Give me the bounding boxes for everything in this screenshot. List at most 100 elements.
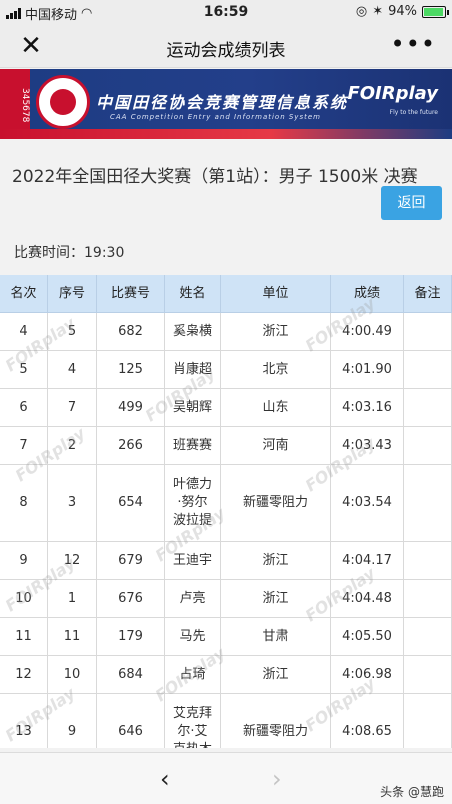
battery-percent: 94% xyxy=(388,4,417,19)
status-bar: 中国移动 ◠ 16:59 ◎ ✶ 94% xyxy=(0,0,452,24)
table-row: 6 7 499 吴朝辉 山东 4:03.16 xyxy=(0,389,452,427)
association-logo xyxy=(36,75,90,129)
cell-unit: 浙江 xyxy=(221,542,331,580)
cell-seq: 11 xyxy=(48,618,97,656)
nav-bar: ✕ 运动会成绩列表 ••• xyxy=(0,24,452,68)
orientation-lock-icon: ◎ xyxy=(355,4,368,19)
table-row: 12 10 684 占琦 浙江 4:06.98 xyxy=(0,656,452,694)
table-row: 8 3 654 叶德力·努尔波拉提 新疆零阻力 4:03.54 xyxy=(0,465,452,542)
brand-slogan: Fly to the future xyxy=(389,109,438,116)
results-table[interactable]: 名次 序号 比赛号 姓名 单位 成绩 备注 4 5 682 奚枭横 浙江 4:00.49 5 4 125 肖康… xyxy=(0,275,452,748)
cell-note xyxy=(404,542,452,580)
cell-seq: 4 xyxy=(48,351,97,389)
bluetooth-icon: ✶ xyxy=(372,4,384,19)
table-row: 9 12 679 王迪宇 浙江 4:04.17 xyxy=(0,542,452,580)
cell-bib: 654 xyxy=(97,465,165,542)
cell-rank: 12 xyxy=(0,656,48,694)
brand-logo: FOIRplay xyxy=(347,83,438,104)
battery-icon xyxy=(422,5,449,18)
event-heading: 2022年全国田径大奖赛（第1站）：男子 1500米 决赛 xyxy=(12,167,418,187)
table-header: 名次 序号 比赛号 姓名 单位 成绩 备注 xyxy=(0,275,452,313)
column-header-bib: 比赛号 xyxy=(97,275,165,313)
cell-name: 肖康超 xyxy=(165,351,221,389)
cell-result: 4:06.98 xyxy=(331,656,404,694)
cell-name: 叶德力·努尔波拉提 xyxy=(165,465,221,542)
cell-unit: 甘肃 xyxy=(221,618,331,656)
more-options-icon[interactable]: ••• xyxy=(391,30,436,58)
table-row: 5 4 125 肖康超 北京 4:01.90 xyxy=(0,351,452,389)
cell-result: 4:01.90 xyxy=(331,351,404,389)
cell-result: 4:04.17 xyxy=(331,542,404,580)
column-header-seq: 序号 xyxy=(48,275,97,313)
bottom-toolbar: ‹ › 头条 @慧跑 xyxy=(0,752,452,804)
table-row: 139646艾克拜尔·艾克热木新疆零阻力4:08.65 xyxy=(0,694,452,748)
cell-seq: 12 xyxy=(48,542,97,580)
cell-note xyxy=(404,694,452,748)
cell-note xyxy=(404,313,452,351)
cell-unit: 浙江 xyxy=(221,656,331,694)
match-time: 比赛时间：19:30 xyxy=(14,245,125,261)
cell-seq: 10 xyxy=(48,656,97,694)
column-header-note: 备注 xyxy=(404,275,452,313)
cell-rank: 13 xyxy=(0,694,48,748)
forward-arrow-icon[interactable]: › xyxy=(272,765,282,793)
cell-name: 占琦 xyxy=(165,656,221,694)
cell-rank: 8 xyxy=(0,465,48,542)
cell-rank: 4 xyxy=(0,313,48,351)
cell-bib: 679 xyxy=(97,542,165,580)
cell-bib: 684 xyxy=(97,656,165,694)
cell-note xyxy=(404,580,452,618)
cell-name: 王迪宇 xyxy=(165,542,221,580)
cell-seq: 1 xyxy=(48,580,97,618)
cell-result: 4:08.65 xyxy=(331,694,404,748)
battery-fill xyxy=(424,7,443,16)
back-arrow-icon[interactable]: ‹ xyxy=(160,765,170,793)
cell-rank: 7 xyxy=(0,427,48,465)
cell-note xyxy=(404,465,452,542)
page-title: 运动会成绩列表 xyxy=(166,41,286,61)
cell-unit: 河南 xyxy=(221,427,331,465)
cell-name: 卢亮 xyxy=(165,580,221,618)
cell-bib: 179 xyxy=(97,618,165,656)
cell-rank: 10 xyxy=(0,580,48,618)
cell-name: 奚枭横 xyxy=(165,313,221,351)
cell-unit: 新疆零阻力 xyxy=(221,465,331,542)
back-button[interactable]: 返回 xyxy=(381,186,442,220)
cell-result: 4:00.49 xyxy=(331,313,404,351)
header-banner: 345678 中国田径协会竞赛管理信息系统 CAA Competition En… xyxy=(0,69,452,139)
cell-seq: 3 xyxy=(48,465,97,542)
cell-name: 艾克拜尔·艾克热木 xyxy=(165,694,221,748)
cell-unit: 浙江 xyxy=(221,313,331,351)
cell-bib: 125 xyxy=(97,351,165,389)
column-header-result: 成绩 xyxy=(331,275,404,313)
table-row: 11 11 179 马先 甘肃 4:05.50 xyxy=(0,618,452,656)
banner-stripe xyxy=(0,129,452,139)
cell-result: 4:03.54 xyxy=(331,465,404,542)
cell-seq: 7 xyxy=(48,389,97,427)
cell-note xyxy=(404,389,452,427)
cell-seq: 5 xyxy=(48,313,97,351)
column-header-unit: 单位 xyxy=(221,275,331,313)
cell-result: 4:05.50 xyxy=(331,618,404,656)
cell-rank: 11 xyxy=(0,618,48,656)
table-row: 4 5 682 奚枭横 浙江 4:00.49 xyxy=(0,313,452,351)
cell-bib: 499 xyxy=(97,389,165,427)
cell-bib: 266 xyxy=(97,427,165,465)
cell-result: 4:03.43 xyxy=(331,427,404,465)
table-row: 7 2 266 班赛赛 河南 4:03.43 xyxy=(0,427,452,465)
cell-seq: 9 xyxy=(48,694,97,748)
cell-rank: 6 xyxy=(0,389,48,427)
cell-note xyxy=(404,618,452,656)
cell-note xyxy=(404,427,452,465)
cell-result: 4:03.16 xyxy=(331,389,404,427)
banner-title-cn: 中国田径协会竞赛管理信息系统 xyxy=(96,93,349,112)
cell-rank: 9 xyxy=(0,542,48,580)
cell-unit: 新疆零阻力 xyxy=(221,694,331,748)
cell-note xyxy=(404,656,452,694)
status-right: ◎ ✶ 94% xyxy=(355,4,449,19)
cell-unit: 北京 xyxy=(221,351,331,389)
table-row: 10 1 676 卢亮 浙江 4:04.48 xyxy=(0,580,452,618)
source-credit: 头条 @慧跑 xyxy=(380,785,444,799)
cell-name: 吴朝辉 xyxy=(165,389,221,427)
cell-rank: 5 xyxy=(0,351,48,389)
